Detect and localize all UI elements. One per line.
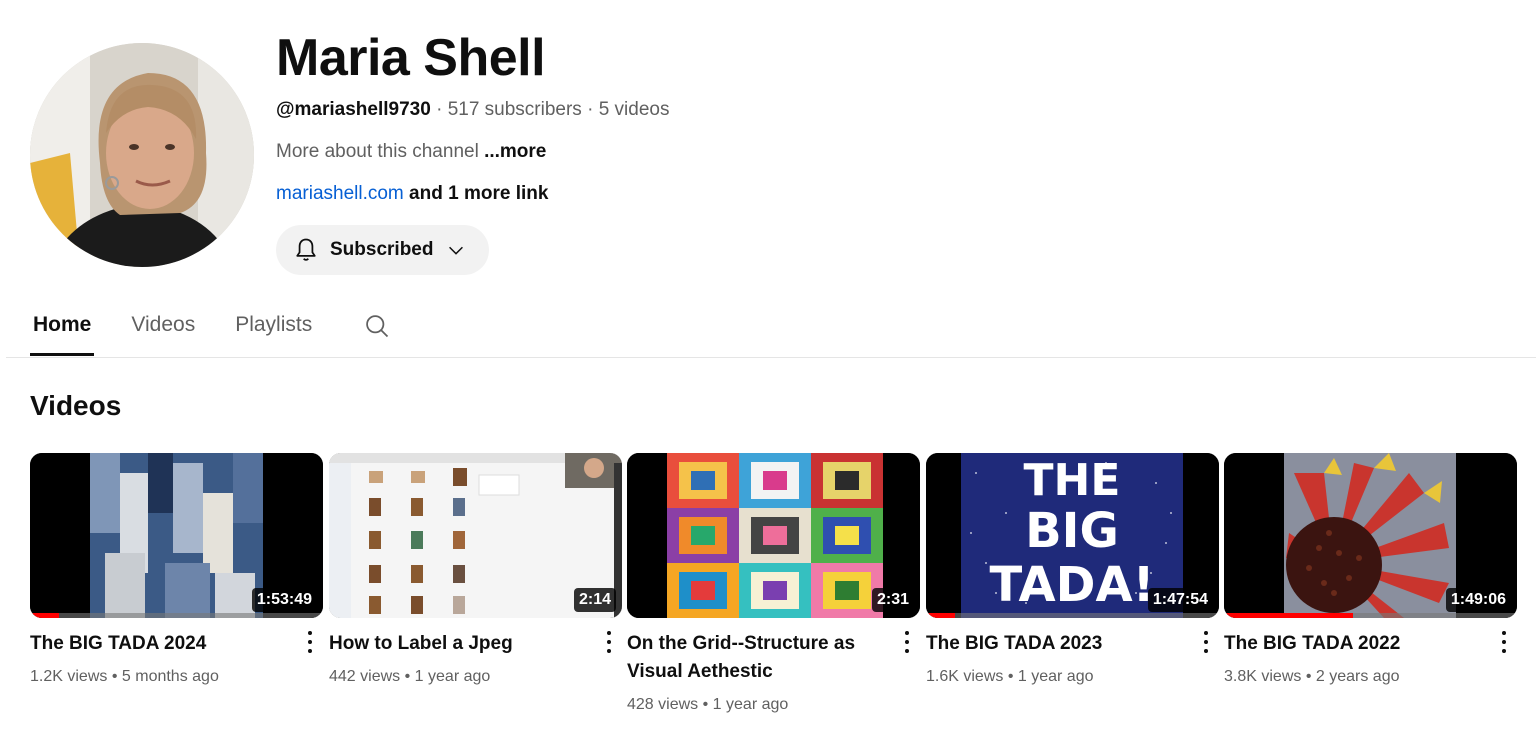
video-details: The BIG TADA 2022 3.8K views • 2 years a…	[1224, 630, 1517, 687]
video-meta: 428 views • 1 year ago	[627, 695, 892, 715]
tab-videos[interactable]: Videos	[128, 302, 198, 348]
thumbnail-text-line: THE	[1024, 455, 1121, 506]
upload-age: 5 months ago	[121, 668, 219, 685]
video-duration: 2:31	[871, 588, 914, 612]
channel-handle: @mariashell9730	[276, 99, 431, 120]
section-title: Videos	[30, 390, 122, 421]
thumbnail-text-line: TADA!	[989, 557, 1154, 613]
video-title[interactable]: The BIG TADA 2022	[1224, 630, 1489, 658]
video-meta: 1.6K views • 1 year ago	[926, 667, 1191, 687]
thumbnail-text-line: BIG	[1025, 503, 1119, 559]
video-duration: 1:53:49	[251, 588, 317, 612]
video-card[interactable]: 2:31 On the Grid--Structure as Visual Ae…	[627, 453, 920, 715]
channel-name: Maria Shell	[276, 29, 546, 87]
more-vert-icon[interactable]	[900, 628, 914, 656]
video-title[interactable]: The BIG TADA 2024	[30, 630, 295, 658]
view-count: 442 views	[329, 668, 401, 685]
description-text: More about this channel	[276, 141, 479, 162]
meta-dot: •	[404, 668, 411, 685]
video-meta: 1.2K views • 5 months ago	[30, 667, 295, 687]
progress-track	[30, 613, 323, 618]
watch-progress-bar	[926, 613, 956, 618]
upload-age: 1 year ago	[1017, 668, 1094, 685]
meta-separator: ·	[436, 99, 443, 120]
tab-home[interactable]: Home	[30, 302, 95, 356]
upload-age: 1 year ago	[712, 696, 789, 713]
more-vert-icon[interactable]	[602, 628, 616, 656]
tab-playlists[interactable]: Playlists	[232, 302, 315, 348]
channel-info: Maria Shell @mariashell9730 · 517 subscr…	[276, 28, 669, 275]
video-thumbnail[interactable]: 2:31	[627, 453, 920, 618]
view-count: 1.2K views	[30, 668, 108, 685]
video-details: How to Label a Jpeg 442 views • 1 year a…	[329, 630, 622, 687]
watch-progress-bar	[1224, 613, 1353, 618]
channel-links: mariashell.com and 1 more link	[276, 182, 669, 206]
video-meta: 442 views • 1 year ago	[329, 667, 594, 687]
video-card[interactable]: 2:14 How to Label a Jpeg 442 views • 1 y…	[329, 453, 622, 687]
watch-progress-bar	[30, 613, 60, 618]
upload-age: 2 years ago	[1315, 668, 1400, 685]
more-links-button[interactable]: and 1 more link	[409, 183, 548, 204]
meta-separator: ·	[587, 99, 594, 120]
video-title[interactable]: The BIG TADA 2023	[926, 630, 1191, 658]
video-title[interactable]: How to Label a Jpeg	[329, 630, 594, 658]
video-thumbnail[interactable]: THE BIG TADA! 1:47:54	[926, 453, 1219, 618]
view-count: 3.8K views	[1224, 668, 1302, 685]
video-thumbnail[interactable]: 1:53:49	[30, 453, 323, 618]
search-icon[interactable]	[363, 312, 391, 340]
video-meta: 3.8K views • 2 years ago	[1224, 667, 1489, 687]
meta-dot: •	[1007, 668, 1014, 685]
video-details: The BIG TADA 2023 1.6K views • 1 year ag…	[926, 630, 1219, 687]
channel-description[interactable]: More about this channel ...more	[276, 140, 669, 164]
view-count: 1.6K views	[926, 668, 1004, 685]
view-count: 428 views	[627, 696, 699, 713]
more-vert-icon[interactable]	[1497, 628, 1511, 656]
more-vert-icon[interactable]	[1199, 628, 1213, 656]
channel-tabs: Home Videos Playlists	[30, 302, 391, 358]
meta-dot: •	[1305, 668, 1312, 685]
video-count: 5 videos	[598, 99, 670, 120]
video-duration: 2:14	[573, 588, 616, 612]
video-thumbnail[interactable]: 1:49:06	[1224, 453, 1517, 618]
video-card[interactable]: THE BIG TADA! 1:47:54 The BIG TADA 2023 …	[926, 453, 1219, 687]
channel-avatar[interactable]	[30, 43, 254, 267]
video-duration: 1:49:06	[1445, 588, 1511, 612]
video-details: On the Grid--Structure as Visual Aethest…	[627, 630, 920, 715]
progress-track	[926, 613, 1219, 618]
bell-icon	[296, 238, 316, 261]
chevron-down-icon	[449, 246, 464, 255]
upload-age: 1 year ago	[414, 668, 491, 685]
video-title[interactable]: On the Grid--Structure as Visual Aethest…	[627, 630, 892, 686]
video-duration: 1:47:54	[1147, 588, 1213, 612]
video-card[interactable]: 1:53:49 The BIG TADA 2024 1.2K views • 5…	[30, 453, 323, 687]
subscriber-count: 517 subscribers	[447, 99, 582, 120]
avatar-image	[30, 43, 254, 267]
subscribed-label: Subscribed	[330, 239, 434, 260]
meta-dot: •	[111, 668, 118, 685]
tabs-divider	[6, 357, 1536, 358]
more-about-link[interactable]: ...more	[484, 141, 546, 162]
meta-dot: •	[702, 696, 709, 713]
video-details: The BIG TADA 2024 1.2K views • 5 months …	[30, 630, 323, 687]
channel-meta: @mariashell9730 · 517 subscribers · 5 vi…	[276, 98, 669, 122]
website-link[interactable]: mariashell.com	[276, 183, 404, 204]
more-vert-icon[interactable]	[303, 628, 317, 656]
subscribed-button[interactable]: Subscribed	[276, 225, 490, 275]
video-card[interactable]: 1:49:06 The BIG TADA 2022 3.8K views • 2…	[1224, 453, 1517, 687]
video-thumbnail[interactable]: 2:14	[329, 453, 622, 618]
